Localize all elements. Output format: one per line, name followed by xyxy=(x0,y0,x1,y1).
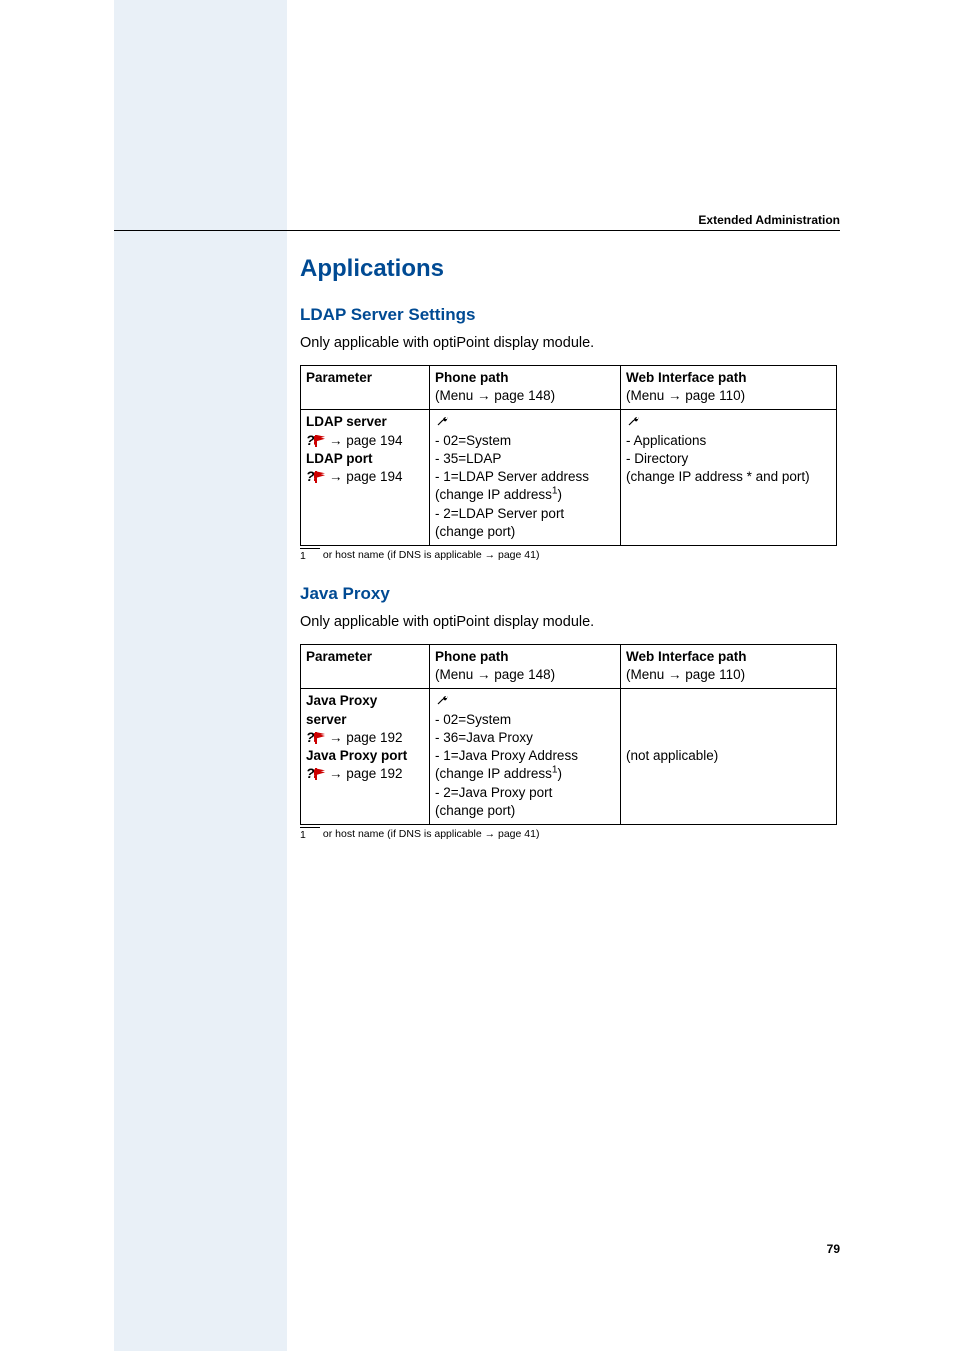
cell-web-path: - Applications - Directory (change IP ad… xyxy=(621,410,837,546)
th-parameter: Parameter xyxy=(301,644,430,688)
cell-web-path: (not applicable) xyxy=(621,689,837,825)
th-web-menu-link[interactable]: page 110) xyxy=(682,667,746,682)
th-web-path: Web Interface path (Menu → page 110) xyxy=(621,644,837,688)
arrow-icon: → xyxy=(329,469,343,484)
th-phone-path: Phone path (Menu → page 148) xyxy=(430,644,621,688)
phone-l3: - 1=Java Proxy Address xyxy=(435,748,578,763)
java-intro: Only applicable with optiPoint display m… xyxy=(300,614,840,630)
reference-flag-icon xyxy=(306,469,326,483)
ldap-server-label: LDAP server xyxy=(306,414,387,429)
th-phone-label: Phone path xyxy=(435,649,509,664)
phone-l4-pre: (change IP address xyxy=(435,487,552,502)
ldap-footnote: 1 or host name (if DNS is applicable → p… xyxy=(300,548,840,562)
th-web-menu-link[interactable]: page 110) xyxy=(682,388,746,403)
footnote-number: 1 xyxy=(300,827,320,841)
th-phone-menu-link[interactable]: page 148) xyxy=(491,388,556,403)
header-rule xyxy=(114,230,840,231)
web-l3: (change IP address * and port) xyxy=(626,469,810,484)
ldap-table: Parameter Phone path (Menu → page 148) W… xyxy=(300,365,837,546)
main-content: Applications LDAP Server Settings Only a… xyxy=(300,255,840,841)
arrow-icon: → xyxy=(329,766,343,781)
th-web-label: Web Interface path xyxy=(626,370,747,385)
web-na: (not applicable) xyxy=(626,748,718,763)
phone-l6: (change port) xyxy=(435,803,515,818)
table-row: LDAP server → page 194 LDAP port → page … xyxy=(301,410,837,546)
running-header: Extended Administration xyxy=(698,213,840,227)
footnote-text-link[interactable]: page 41) xyxy=(495,549,539,561)
arrow-icon: → xyxy=(668,667,682,682)
web-l2: - Directory xyxy=(626,451,688,466)
cell-parameter: Java Proxy server → page 192 Java Proxy … xyxy=(301,689,430,825)
page-number: 79 xyxy=(827,1242,840,1256)
phone-l4-post: ) xyxy=(557,766,562,781)
applications-heading: Applications xyxy=(300,255,840,283)
phone-l6: (change port) xyxy=(435,524,515,539)
tool-icon xyxy=(435,414,449,428)
footnote-text-pre: or host name (if DNS is applicable xyxy=(323,549,485,561)
th-phone-path: Phone path (Menu → page 148) xyxy=(430,366,621,410)
table-row: Java Proxy server → page 192 Java Proxy … xyxy=(301,689,837,825)
java-heading: Java Proxy xyxy=(300,584,840,604)
footnote-text-pre: or host name (if DNS is applicable xyxy=(323,828,485,840)
phone-l5: - 2=LDAP Server port xyxy=(435,506,564,521)
th-web-label: Web Interface path xyxy=(626,649,747,664)
ldap-intro: Only applicable with optiPoint display m… xyxy=(300,335,840,351)
ldap-server-link[interactable]: page 194 xyxy=(343,433,403,448)
phone-l5: - 2=Java Proxy port xyxy=(435,785,552,800)
reference-flag-icon xyxy=(306,766,326,780)
arrow-icon: → xyxy=(668,388,682,403)
arrow-icon: → xyxy=(329,433,343,448)
arrow-icon: → xyxy=(477,667,491,682)
th-parameter: Parameter xyxy=(301,366,430,410)
phone-l2: - 35=LDAP xyxy=(435,451,501,466)
cell-phone-path: - 02=System - 36=Java Proxy - 1=Java Pro… xyxy=(430,689,621,825)
phone-l4-post: ) xyxy=(557,487,562,502)
reference-flag-icon xyxy=(306,730,326,744)
cell-parameter: LDAP server → page 194 LDAP port → page … xyxy=(301,410,430,546)
ldap-port-label: LDAP port xyxy=(306,451,373,466)
reference-flag-icon xyxy=(306,433,326,447)
web-l1: - Applications xyxy=(626,433,706,448)
java-table: Parameter Phone path (Menu → page 148) W… xyxy=(300,644,837,825)
arrow-icon: → xyxy=(485,549,496,561)
th-phone-menu-prefix: (Menu xyxy=(435,388,477,403)
phone-l3: - 1=LDAP Server address xyxy=(435,469,589,484)
tool-icon xyxy=(435,693,449,707)
arrow-icon: → xyxy=(485,828,496,840)
th-web-menu-prefix: (Menu xyxy=(626,667,668,682)
phone-l1: - 02=System xyxy=(435,712,511,727)
left-sidebar xyxy=(114,0,287,1351)
ldap-heading: LDAP Server Settings xyxy=(300,305,840,325)
th-web-menu-prefix: (Menu xyxy=(626,388,668,403)
tool-icon xyxy=(626,414,640,428)
java-server-link[interactable]: page 192 xyxy=(343,730,403,745)
java-server-label-l1: Java Proxy xyxy=(306,693,377,708)
java-port-label: Java Proxy port xyxy=(306,748,407,763)
footnote-number: 1 xyxy=(300,548,320,562)
cell-phone-path: - 02=System - 35=LDAP - 1=LDAP Server ad… xyxy=(430,410,621,546)
ldap-port-link[interactable]: page 194 xyxy=(343,469,403,484)
arrow-icon: → xyxy=(329,730,343,745)
phone-l1: - 02=System xyxy=(435,433,511,448)
phone-l4-pre: (change IP address xyxy=(435,766,552,781)
table-header-row: Parameter Phone path (Menu → page 148) W… xyxy=(301,644,837,688)
th-phone-menu-link[interactable]: page 148) xyxy=(491,667,556,682)
java-port-link[interactable]: page 192 xyxy=(343,766,403,781)
java-server-label-l2: server xyxy=(306,712,347,727)
phone-l2: - 36=Java Proxy xyxy=(435,730,533,745)
arrow-icon: → xyxy=(477,388,491,403)
table-header-row: Parameter Phone path (Menu → page 148) W… xyxy=(301,366,837,410)
java-footnote: 1 or host name (if DNS is applicable → p… xyxy=(300,827,840,841)
footnote-text-link[interactable]: page 41) xyxy=(495,828,539,840)
th-web-path: Web Interface path (Menu → page 110) xyxy=(621,366,837,410)
th-phone-menu-prefix: (Menu xyxy=(435,667,477,682)
th-phone-label: Phone path xyxy=(435,370,509,385)
